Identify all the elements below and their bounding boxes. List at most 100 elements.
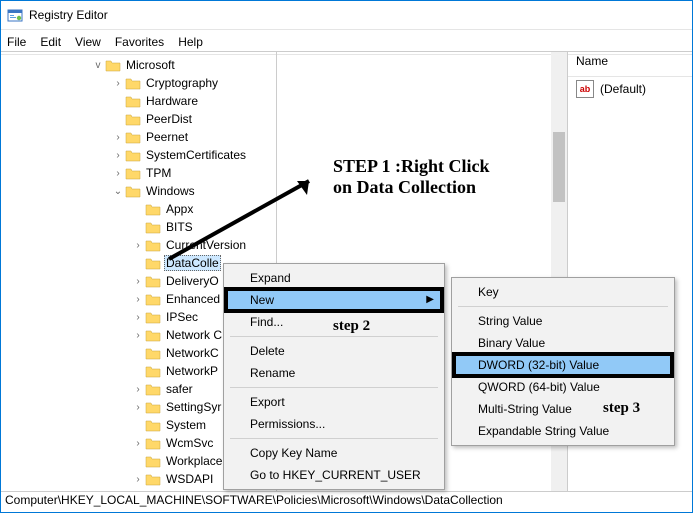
expander-icon[interactable]: › xyxy=(131,384,145,395)
expander-icon[interactable]: › xyxy=(131,240,145,251)
tree-label: PeerDist xyxy=(144,112,194,126)
tree-label: Hardware xyxy=(144,94,200,108)
value-name: (Default) xyxy=(600,82,646,96)
new-expandstring[interactable]: Expandable String Value xyxy=(454,420,672,442)
ctx-export[interactable]: Export xyxy=(226,391,442,413)
column-header-name[interactable]: Name xyxy=(568,52,692,77)
menu-separator xyxy=(458,306,668,307)
folder-icon xyxy=(145,328,161,342)
menu-file[interactable]: File xyxy=(7,35,26,49)
tree-label: Windows xyxy=(144,184,197,198)
new-binary[interactable]: Binary Value xyxy=(454,332,672,354)
new-dword[interactable]: DWORD (32-bit) Value xyxy=(454,354,672,376)
folder-icon xyxy=(125,130,141,144)
tree-label: Enhanced xyxy=(164,292,222,306)
menu-separator xyxy=(230,387,438,388)
ctx-delete[interactable]: Delete xyxy=(226,340,442,362)
folder-icon xyxy=(145,274,161,288)
menu-separator xyxy=(230,438,438,439)
menu-edit[interactable]: Edit xyxy=(40,35,61,49)
folder-icon xyxy=(125,148,141,162)
registry-editor-window: Registry Editor File Edit View Favorites… xyxy=(0,0,693,513)
ctx-new[interactable]: New ▶ xyxy=(226,289,442,311)
scrollbar-thumb[interactable] xyxy=(553,132,565,202)
folder-icon xyxy=(145,238,161,252)
expander-icon[interactable]: › xyxy=(131,438,145,449)
tree-label: CurrentVersion xyxy=(164,238,248,252)
tree-label: NetworkC xyxy=(164,346,221,360)
new-multistring[interactable]: Multi-String Value xyxy=(454,398,672,420)
context-menu-key: Expand New ▶ Find... Delete Rename Expor… xyxy=(223,263,445,490)
tree-node[interactable]: PeerDist xyxy=(1,110,276,128)
statusbar: Computer\HKEY_LOCAL_MACHINE\SOFTWARE\Pol… xyxy=(1,491,692,512)
expander-icon[interactable]: v xyxy=(91,60,105,71)
ctx-copy-key-name[interactable]: Copy Key Name xyxy=(226,442,442,464)
tree-node[interactable]: ⌄ Windows xyxy=(1,182,276,200)
tree-node[interactable]: ›SystemCertificates xyxy=(1,146,276,164)
folder-icon xyxy=(125,76,141,90)
new-key[interactable]: Key xyxy=(454,281,672,303)
tree-label: Workplace xyxy=(164,454,224,468)
tree-label: Cryptography xyxy=(144,76,220,90)
menu-view[interactable]: View xyxy=(75,35,101,49)
new-qword[interactable]: QWORD (64-bit) Value xyxy=(454,376,672,398)
tree-node[interactable]: Appx xyxy=(1,200,276,218)
ctx-permissions[interactable]: Permissions... xyxy=(226,413,442,435)
expander-icon[interactable]: › xyxy=(111,168,125,179)
tree-label: Peernet xyxy=(144,130,190,144)
folder-icon xyxy=(145,382,161,396)
folder-icon xyxy=(145,472,161,486)
tree-label: SettingSyr xyxy=(164,400,223,414)
menu-help[interactable]: Help xyxy=(178,35,203,49)
tree-node[interactable]: BITS xyxy=(1,218,276,236)
folder-icon xyxy=(145,346,161,360)
tree-label: Microsoft xyxy=(124,58,177,72)
ctx-find[interactable]: Find... xyxy=(226,311,442,333)
tree-node[interactable]: ›TPM xyxy=(1,164,276,182)
expander-icon[interactable]: ⌄ xyxy=(111,186,125,197)
ctx-expand[interactable]: Expand xyxy=(226,267,442,289)
tree-label: System xyxy=(164,418,208,432)
expander-icon[interactable]: › xyxy=(131,294,145,305)
value-row-default[interactable]: ab (Default) xyxy=(568,77,692,101)
string-value-icon: ab xyxy=(576,80,594,98)
tree-label: IPSec xyxy=(164,310,200,324)
tree-node-microsoft[interactable]: v Microsoft xyxy=(1,56,276,74)
tree-label: WSDAPI xyxy=(164,472,215,486)
folder-icon xyxy=(105,58,121,72)
tree-label: DataColle xyxy=(164,255,221,271)
titlebar: Registry Editor xyxy=(1,1,692,30)
folder-icon xyxy=(145,364,161,378)
expander-icon[interactable]: › xyxy=(111,78,125,89)
tree-label: safer xyxy=(164,382,195,396)
tree-label: Network C xyxy=(164,328,224,342)
expander-icon[interactable]: › xyxy=(111,132,125,143)
folder-icon xyxy=(145,310,161,324)
submenu-arrow-icon: ▶ xyxy=(426,294,434,305)
menu-favorites[interactable]: Favorites xyxy=(115,35,164,49)
tree-label: Appx xyxy=(164,202,195,216)
ctx-rename[interactable]: Rename xyxy=(226,362,442,384)
tree-node[interactable]: Hardware xyxy=(1,92,276,110)
app-icon xyxy=(7,7,23,23)
folder-icon xyxy=(125,112,141,126)
tree-label: WcmSvc xyxy=(164,436,215,450)
new-string[interactable]: String Value xyxy=(454,310,672,332)
ctx-goto-hkcu[interactable]: Go to HKEY_CURRENT_USER xyxy=(226,464,442,486)
folder-icon xyxy=(145,454,161,468)
folder-icon xyxy=(145,436,161,450)
context-menu-new: Key String Value Binary Value DWORD (32-… xyxy=(451,277,675,446)
folder-icon xyxy=(145,292,161,306)
folder-icon xyxy=(125,166,141,180)
tree-node[interactable]: › Peernet xyxy=(1,128,276,146)
expander-icon[interactable]: › xyxy=(131,276,145,287)
tree-node[interactable]: › CurrentVersion xyxy=(1,236,276,254)
expander-icon[interactable]: › xyxy=(131,474,145,485)
menu-separator xyxy=(230,336,438,337)
expander-icon[interactable]: › xyxy=(131,402,145,413)
expander-icon[interactable]: › xyxy=(131,312,145,323)
expander-icon[interactable]: › xyxy=(131,330,145,341)
window-title: Registry Editor xyxy=(29,8,108,22)
expander-icon[interactable]: › xyxy=(111,150,125,161)
tree-node[interactable]: › Cryptography xyxy=(1,74,276,92)
